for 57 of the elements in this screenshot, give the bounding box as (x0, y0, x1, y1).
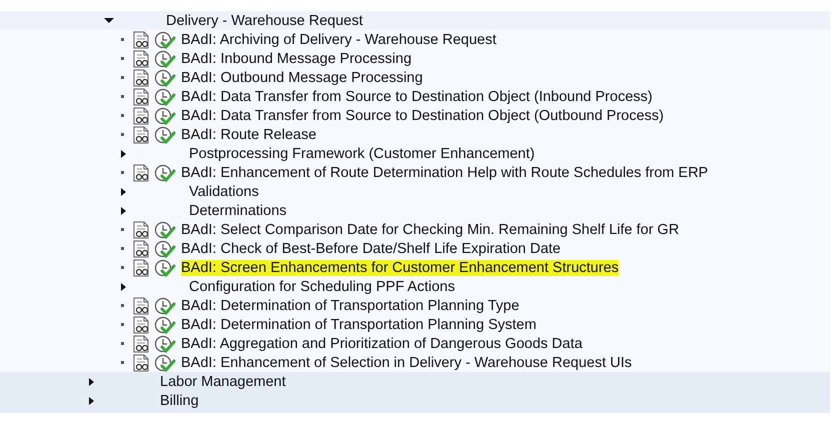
badi-label[interactable]: BAdI: Inbound Message Processing (181, 50, 412, 66)
bullet-icon (121, 247, 124, 250)
bullet-icon (121, 171, 124, 174)
bullet-icon (121, 323, 124, 326)
badi-label[interactable]: BAdI: Outbound Message Processing (181, 70, 423, 86)
node-label[interactable]: Labor Management (160, 374, 286, 390)
node-label: Delivery - Warehouse Request (166, 12, 363, 28)
bullet-icon (121, 38, 124, 41)
badi-label[interactable]: BAdI: Aggregation and Prioritization of Dangerous Goods Data (181, 336, 582, 352)
clock-check-icon[interactable] (154, 88, 176, 106)
badi-label[interactable]: BAdI: Data Transfer from Source to Destination Object (Inbound Process) (181, 88, 652, 104)
bullet-icon (121, 342, 124, 345)
bullet-icon (121, 114, 124, 117)
clock-check-icon[interactable] (154, 240, 176, 258)
bullet-icon (121, 266, 124, 269)
expand-arrow-icon[interactable] (121, 188, 126, 196)
badi-label[interactable]: BAdI: Determination of Transportation Planning Type (181, 298, 520, 314)
bullet-icon (121, 228, 124, 231)
node-label[interactable]: Determinations (189, 202, 287, 218)
clock-check-icon[interactable] (154, 296, 176, 314)
badi-label[interactable]: BAdI: Check of Best-Before Date/Shelf Life Expiration Date (181, 240, 561, 256)
badi-label[interactable]: BAdI: Archiving of Delivery - Warehouse Request (181, 32, 496, 48)
badi-label[interactable]: BAdI: Enhancement of Route Determination Help with Route Schedules from ERP (181, 164, 708, 180)
bullet-icon (121, 133, 124, 136)
badi-label[interactable]: BAdI: Screen Enhancements for Customer Enhancement Structures (181, 260, 619, 276)
clock-check-icon[interactable] (154, 68, 176, 86)
expand-arrow-icon[interactable] (121, 282, 126, 290)
badi-label[interactable]: BAdI: Select Comparison Date for Checking Min. Remaining Shelf Life for GR (181, 222, 680, 238)
clock-check-icon[interactable] (154, 316, 176, 334)
clock-check-icon[interactable] (154, 50, 176, 68)
clock-check-icon[interactable] (154, 334, 176, 352)
badi-label[interactable]: BAdI: Determination of Transportation Planning System (181, 316, 536, 332)
bullet-icon (121, 76, 124, 79)
expand-arrow-icon[interactable] (121, 206, 126, 214)
clock-check-icon[interactable] (154, 258, 176, 276)
clock-check-icon[interactable] (154, 106, 176, 124)
badi-label[interactable]: BAdI: Data Transfer from Source to Destination Object (Outbound Process) (181, 108, 664, 124)
clock-check-icon[interactable] (154, 126, 176, 144)
badi-label[interactable]: BAdI: Route Release (181, 126, 316, 142)
bullet-icon (121, 304, 124, 307)
node-label[interactable]: Postprocessing Framework (Customer Enhancement) (189, 146, 535, 162)
bullet-icon (121, 57, 124, 60)
badi-label[interactable]: BAdI: Enhancement of Selection in Delivery - Warehouse Request UIs (181, 354, 632, 370)
node-label[interactable]: Validations (189, 184, 259, 200)
clock-check-icon[interactable] (154, 164, 176, 182)
expand-arrow-icon[interactable] (89, 396, 94, 404)
expand-arrow-icon[interactable] (89, 378, 94, 386)
node-label[interactable]: Configuration for Scheduling PPF Actions (189, 278, 455, 294)
node-label[interactable]: Billing (160, 392, 199, 408)
expand-arrow-icon[interactable] (121, 150, 126, 158)
expand-arrow-icon[interactable] (104, 18, 114, 23)
clock-check-icon[interactable] (154, 30, 176, 48)
clock-check-icon[interactable] (154, 220, 176, 238)
bullet-icon (121, 361, 124, 364)
tree-node[interactable]: Delivery - Warehouse Request (0, 11, 830, 30)
bullet-icon (121, 95, 124, 98)
clock-check-icon[interactable] (154, 354, 176, 372)
